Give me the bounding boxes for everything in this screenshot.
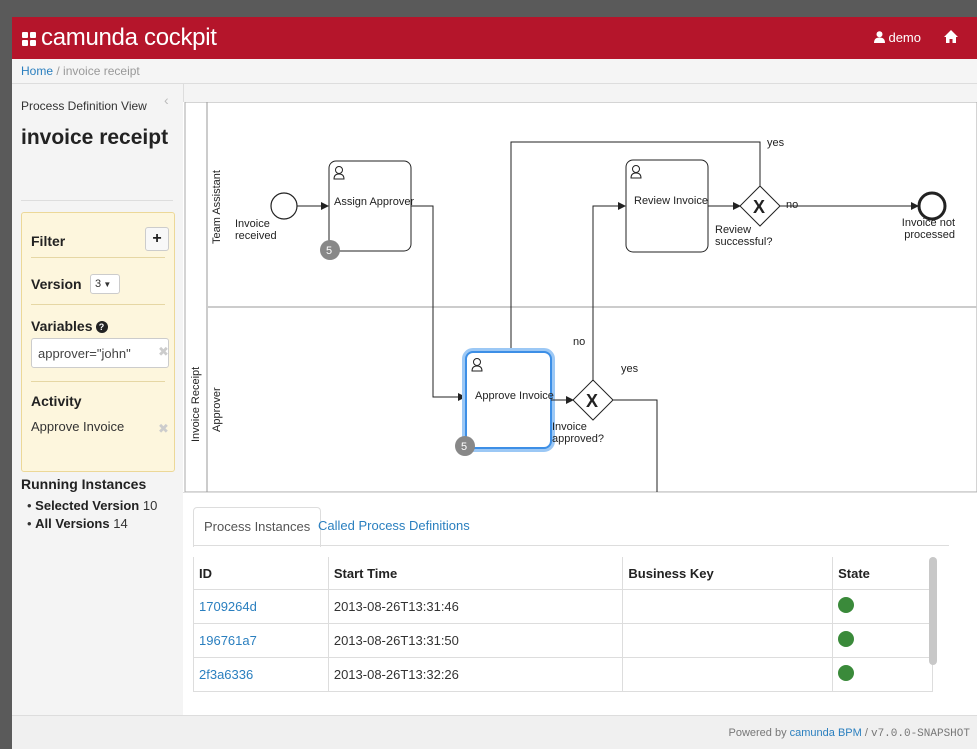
view-subtitle: Process Definition View [21,99,147,113]
list-item: • All Versions 14 [27,516,128,531]
breadcrumb: Home / invoice receipt [12,59,977,84]
activity-value: Approve Invoice [31,419,125,434]
task-label: Assign Approver [334,196,414,208]
camunda-logo-icon [22,32,36,47]
divider [31,304,165,305]
instance-id-link[interactable]: 196761a7 [199,633,257,648]
table-scrollbar[interactable] [929,557,937,665]
tab-divider [193,545,949,546]
instance-id-link[interactable]: 1709264d [199,599,257,614]
end-event-label: Invoice not processed [902,217,955,241]
breadcrumb-current: invoice receipt [63,64,140,78]
instances-table: ID Start Time Business Key State 1709264… [193,557,933,692]
business-key [622,623,834,658]
gateway-x-icon: X [586,391,598,411]
home-icon[interactable] [941,27,961,47]
sidebar: Process Definition View ‹ invoice receip… [12,84,184,714]
task-label: Review Invoice [634,195,708,207]
remove-activity-icon[interactable]: ✖ [158,421,169,437]
filter-heading: Filter [31,233,66,249]
help-icon[interactable]: ? [95,321,108,334]
list-item: • Selected Version 10 [27,498,158,513]
start-time: 2013-08-26T13:31:50 [327,623,624,658]
running-instances-title: Running Instances [21,476,147,492]
column-header-id[interactable]: ID [193,557,329,590]
filter-panel: Filter + Version 3 ▼ Variables? ✖ Activi… [21,212,175,472]
instance-count: 5 [326,245,332,257]
activity-label: Activity [31,393,82,409]
bpmn-diagram[interactable]: Invoice Receipt Team Assistant Approver … [183,102,977,492]
version-select[interactable]: 3 ▼ [90,274,120,294]
user-icon [873,31,885,43]
variable-filter-input[interactable] [31,338,169,368]
instances-panel: Process Instances Called Process Definit… [183,492,977,716]
end-event[interactable] [917,191,947,221]
version-string: v7.0.0-SNAPSHOT [870,728,970,740]
brand-logo[interactable]: camunda cockpit [22,24,217,52]
lane-label-team-assistant: Team Assistant [211,170,223,244]
user-name: demo [888,30,921,45]
start-event[interactable] [270,192,298,220]
column-header-state[interactable]: State [832,557,933,590]
instance-count: 5 [461,441,467,453]
start-time: 2013-08-26T13:31:46 [327,589,624,624]
divider [31,257,165,258]
user-menu[interactable]: demo [873,30,921,45]
column-header-start-time[interactable]: Start Time [327,557,624,590]
state-running-icon [838,597,855,613]
running-instances-list: • Selected Version 10 • All Versions 14 [27,497,157,533]
divider [31,381,165,382]
flow-label-yes: yes [621,363,639,375]
sequence-flow [613,399,658,492]
business-key [622,589,834,624]
gateway-label: Review successful? [715,224,772,248]
footer: Powered by camunda BPM / v7.0.0-SNAPSHOT [12,715,977,749]
task-label: Approve Invoice [475,390,554,402]
sequence-flow [411,205,466,401]
flow-label-no: no [573,336,585,348]
lane-label-approver: Approver [211,387,223,432]
start-event-label: Invoice received [235,218,277,242]
flow-label-yes: yes [767,137,785,149]
caret-down-icon: ▼ [101,280,112,289]
app-window: camunda cockpit demo Home / invoice rece… [12,17,977,749]
page-title: invoice receipt [21,126,169,149]
brand-name: camunda cockpit [41,24,217,51]
state-running-icon [838,631,855,647]
tab-process-instances[interactable]: Process Instances [193,507,322,547]
pool-label: Invoice Receipt [190,367,202,442]
add-filter-button[interactable]: + [145,227,169,251]
footer-separator: / [861,727,871,739]
gateway-label: Invoice approved? [552,421,604,445]
remove-variable-icon[interactable]: ✖ [158,344,169,360]
business-key [622,657,834,692]
gateway-x-icon: X [753,197,765,217]
table-row: 196761a7 2013-08-26T13:31:50 [193,623,933,658]
table-header-row: ID Start Time Business Key State [193,557,933,590]
divider [21,200,173,201]
start-time: 2013-08-26T13:32:26 [327,657,624,692]
instance-id-link[interactable]: 2f3a6336 [199,667,253,682]
version-label: Version [31,276,82,292]
breadcrumb-home-link[interactable]: Home [21,64,53,78]
camunda-bpm-link[interactable]: camunda BPM [790,727,862,739]
table-row: 1709264d 2013-08-26T13:31:46 [193,589,933,624]
tab-called-process-definitions[interactable]: Called Process Definitions [308,507,480,545]
column-header-business-key[interactable]: Business Key [622,557,834,590]
state-running-icon [838,665,855,681]
flow-label-no: no [786,199,798,211]
top-navbar: camunda cockpit demo [12,17,977,59]
variables-label: Variables? [31,318,108,334]
footer-prefix: Powered by [728,727,787,739]
collapse-sidebar-icon[interactable]: ‹ [164,92,169,108]
table-row: 2f3a6336 2013-08-26T13:32:26 [193,657,933,692]
sequence-flow [592,202,626,380]
